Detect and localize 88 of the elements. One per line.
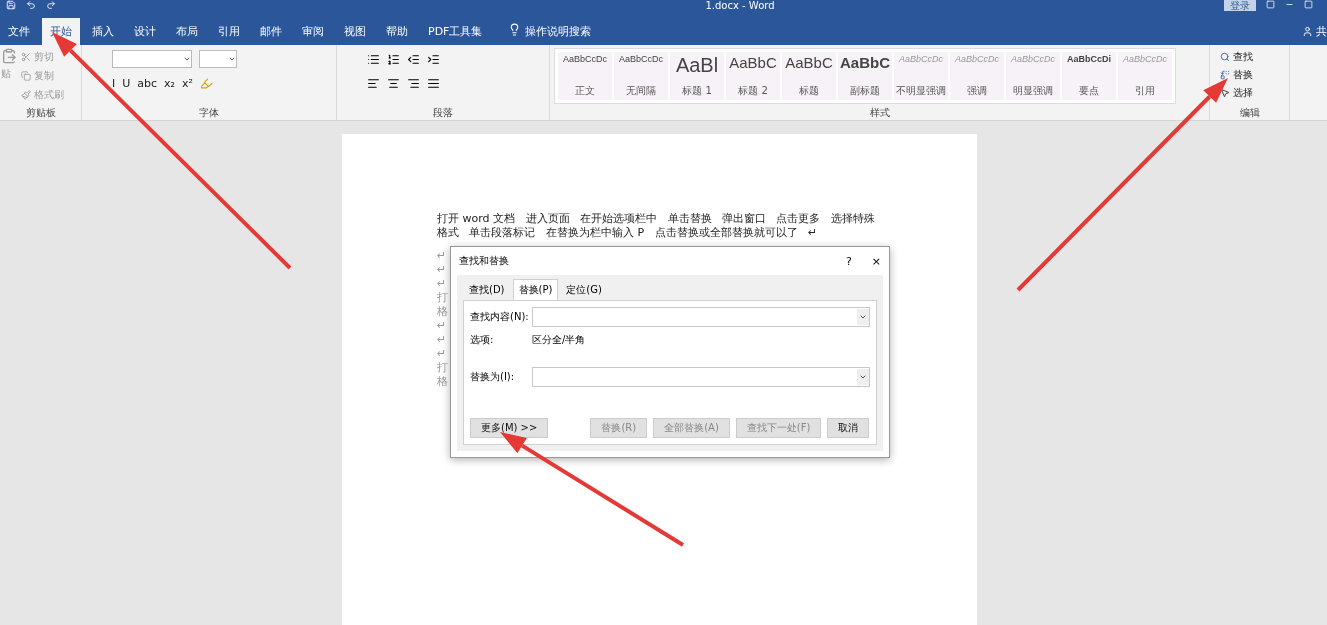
options-value: 区分全/半角 (532, 333, 586, 347)
dialog-tab[interactable]: 定位(G) (560, 279, 608, 300)
indent-icon[interactable] (427, 52, 440, 66)
find-input-field[interactable] (532, 307, 870, 327)
style-item[interactable]: AaBl 标题 1 (670, 52, 724, 100)
ribbon-tab[interactable]: 视图 (336, 18, 374, 45)
save-icon[interactable] (6, 0, 16, 10)
person-icon (1302, 26, 1313, 37)
paste-icon[interactable] (1, 48, 17, 64)
ribbon-display-icon[interactable] (1266, 0, 1275, 9)
ribbon-tab[interactable]: 邮件 (252, 18, 290, 45)
group-label: 样式 (868, 106, 891, 120)
ribbon-tab[interactable]: 文件 (0, 18, 38, 45)
align-right-icon[interactable] (407, 76, 420, 90)
dialog-title: 查找和替换 (459, 254, 510, 268)
replace-button[interactable]: 替换 (1220, 66, 1285, 84)
redo-icon[interactable] (46, 0, 56, 10)
style-item[interactable]: AaBbCcDc 不明显强调 (894, 52, 948, 100)
style-item[interactable]: AaBbCcDc 强调 (950, 52, 1004, 100)
bullets-icon[interactable] (367, 52, 380, 66)
numbering-icon[interactable] (387, 52, 400, 66)
style-item[interactable]: AaBbC 标题 (782, 52, 836, 100)
chevron-down-icon[interactable] (183, 55, 191, 63)
format-button[interactable]: abc (137, 76, 158, 90)
outdent-icon[interactable] (407, 52, 420, 66)
font-name-field[interactable] (112, 50, 192, 68)
style-item[interactable]: AaBbC 标题 2 (726, 52, 780, 100)
align-center-icon[interactable] (387, 76, 400, 90)
style-item[interactable]: AaBbCcDc 明显强调 (1006, 52, 1060, 100)
tell-me-search[interactable]: 操作说明搜索 (525, 18, 592, 45)
chevron-down-icon[interactable] (859, 373, 867, 381)
style-item[interactable]: AaBbCcDc 正文 (558, 52, 612, 100)
align-left-icon[interactable] (367, 76, 380, 90)
help-button[interactable]: ? (845, 254, 852, 268)
group-label: 段落 (432, 106, 454, 120)
paragraph-mark: ↵ (437, 347, 448, 361)
format-button[interactable]: x₂ (164, 76, 175, 90)
ribbon-tab[interactable]: 设计 (126, 18, 164, 45)
restore-icon[interactable] (1304, 0, 1313, 9)
ribbon-tab[interactable]: 帮助 (378, 18, 416, 45)
group-label: 编辑 (1238, 106, 1261, 120)
find-button[interactable]: 查找 (1220, 48, 1285, 66)
paragraph-mark: 打 (437, 361, 449, 375)
style-item[interactable]: AaBbCcDc 无间隔 (614, 52, 668, 100)
share-label[interactable]: 共 (1316, 18, 1327, 45)
chevron-down-icon[interactable] (859, 313, 867, 321)
ribbon-tab[interactable]: PDF工具集 (420, 18, 491, 45)
ribbon-tab[interactable]: 布局 (168, 18, 206, 45)
style-item[interactable]: AaBbCcDc 引用 (1118, 52, 1172, 100)
style-item[interactable]: AaBbC 副标题 (838, 52, 892, 100)
style-item[interactable]: AaBbCcDi 要点 (1062, 52, 1116, 100)
replace-input-field[interactable] (532, 367, 870, 387)
justify-icon[interactable] (427, 76, 440, 90)
paragraph-mark: 格 (437, 305, 449, 319)
paragraph-mark: ↵ (437, 333, 448, 347)
font-size-field[interactable] (199, 50, 237, 68)
field-label: 查找内容(N): (470, 310, 530, 324)
format-button[interactable]: I (112, 76, 116, 90)
dialog-button[interactable]: 取消 (827, 418, 870, 438)
ribbon-tab[interactable]: 插入 (84, 18, 122, 45)
paragraph-mark: ↵ (437, 319, 448, 333)
dialog-button[interactable]: 更多(M) >> (470, 418, 549, 438)
chevron-down-icon[interactable] (228, 55, 236, 63)
paragraph-mark: ↵ (437, 249, 448, 263)
ribbon-tab[interactable]: 审阅 (294, 18, 332, 45)
paragraph-mark: 格 (437, 375, 449, 389)
dialog-tab[interactable]: 替换(P) (512, 279, 559, 300)
group-label: 字体 (198, 106, 220, 120)
window-title: 1.docx - Word (704, 0, 776, 11)
format-button[interactable]: U (122, 76, 131, 90)
pointer-icon (1220, 88, 1230, 98)
search-icon (1220, 52, 1230, 62)
paragraph-mark: ↵ (437, 263, 448, 277)
format-button[interactable]: x² (182, 76, 193, 90)
field-label: 替换为(I): (470, 370, 516, 384)
paragraph-mark: 打 (437, 291, 449, 305)
ribbon-tab[interactable]: 引用 (210, 18, 248, 45)
close-button[interactable]: × (871, 254, 881, 268)
document-text: 格式 单击段落标记 在替换为栏中输入 P 点击替换或全部替换就可以了 ↵ (437, 226, 819, 240)
document-text: 打开 word 文档 进入页面 在开始选项栏中 单击替换 弹出窗口 点击更多 选择特殊 (437, 212, 876, 226)
select-button[interactable]: 选择 (1220, 84, 1285, 102)
group-label: 剪贴板 (24, 106, 57, 120)
undo-icon[interactable] (26, 0, 36, 10)
field-label: 选项: (470, 333, 495, 347)
replace-icon (1220, 70, 1230, 80)
login-button[interactable]: 登录 (1224, 0, 1256, 11)
dialog-tab[interactable]: 查找(D) (463, 279, 511, 300)
paragraph-mark: ↵ (437, 277, 448, 291)
